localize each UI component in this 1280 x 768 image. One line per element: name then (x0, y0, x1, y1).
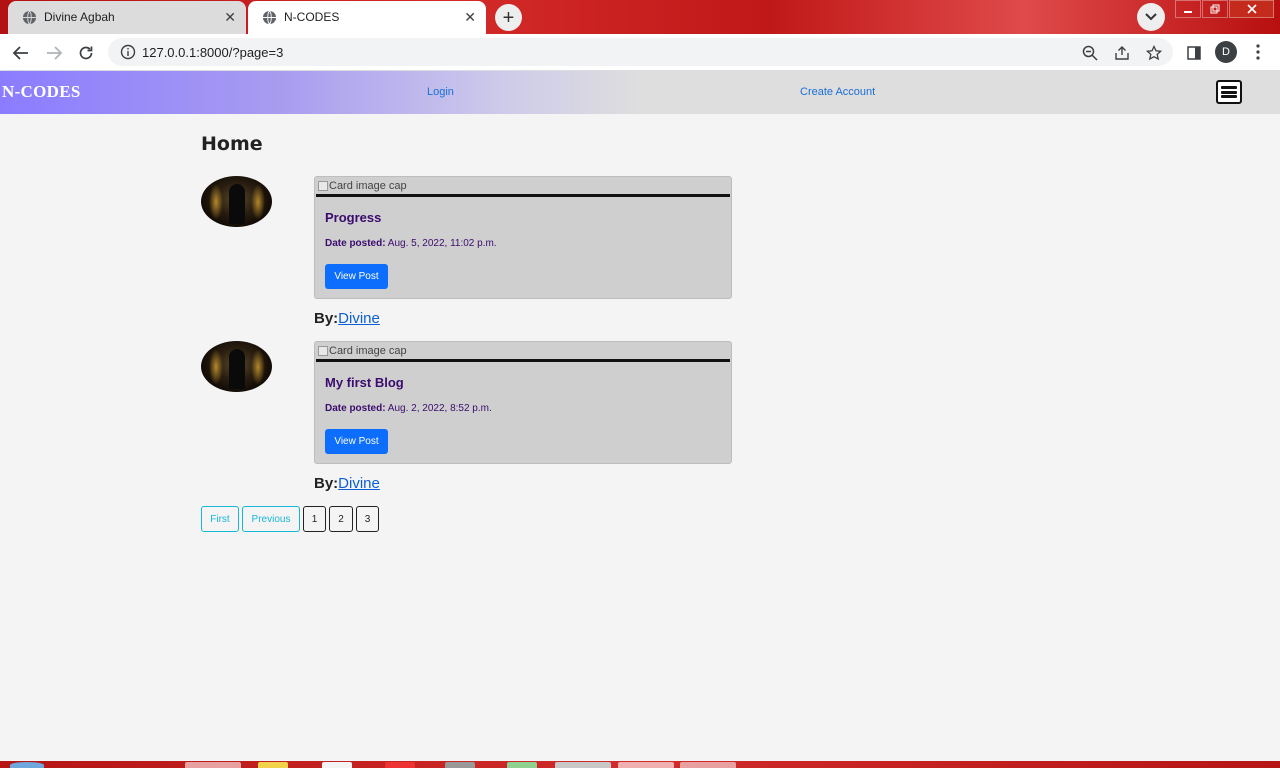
create-account-link[interactable]: Create Account (800, 86, 875, 98)
url-text[interactable]: 127.0.0.1:8000/?page=3 (142, 45, 283, 60)
share-icon[interactable] (1113, 44, 1131, 62)
taskbar-app[interactable] (185, 762, 241, 768)
globe-icon (262, 10, 277, 25)
post-byline: By:Divine (314, 475, 380, 492)
taskbar-app[interactable] (445, 762, 475, 768)
start-button[interactable] (10, 762, 44, 768)
page-title: Home (201, 133, 263, 155)
tab-close-icon[interactable]: ✕ (464, 9, 476, 25)
reload-icon[interactable] (75, 42, 97, 64)
browser-tab-strip: Divine Agbah ✕ N-CODES ✕ + (0, 0, 1280, 34)
by-label: By: (314, 310, 339, 327)
zoom-out-icon[interactable] (1081, 44, 1099, 62)
view-post-button[interactable]: View Post (325, 264, 388, 289)
post-date: Date posted: Aug. 5, 2022, 11:02 p.m. (325, 238, 497, 249)
taskbar-app[interactable] (555, 762, 611, 768)
taskbar-app[interactable] (322, 762, 352, 768)
menu-toggle-icon[interactable] (1216, 80, 1242, 104)
tab-close-icon[interactable]: ✕ (224, 9, 236, 25)
page-3-button[interactable]: 3 (356, 506, 379, 532)
card-image-alt: Card image cap (329, 180, 407, 192)
author-link[interactable]: Divine (338, 475, 380, 492)
card-image-alt: Card image cap (329, 345, 407, 357)
window-restore-icon[interactable] (1202, 0, 1228, 18)
address-bar[interactable]: 127.0.0.1:8000/?page=3 (108, 38, 1173, 66)
post-card: Card image cap My first Blog Date posted… (314, 341, 732, 464)
author-avatar (201, 176, 272, 227)
first-page-button[interactable]: First (201, 506, 239, 532)
login-link[interactable]: Login (427, 86, 454, 98)
post-title: Progress (325, 210, 382, 225)
globe-icon (22, 10, 37, 25)
tab-title: Divine Agbah (44, 10, 115, 24)
back-arrow-icon[interactable] (10, 42, 32, 64)
kebab-menu-icon[interactable] (1250, 42, 1266, 62)
taskbar-app[interactable] (258, 762, 288, 768)
browser-toolbar: 127.0.0.1:8000/?page=3 D (0, 34, 1280, 71)
post-title: My first Blog (325, 375, 404, 390)
browser-tab-n-codes[interactable]: N-CODES ✕ (248, 1, 486, 34)
site-brand[interactable]: N-CODES (2, 82, 81, 102)
forward-arrow-icon[interactable] (43, 42, 65, 64)
os-taskbar (0, 761, 1280, 768)
window-minimize-icon[interactable] (1175, 0, 1201, 18)
card-image: Card image cap (316, 343, 730, 362)
info-icon[interactable] (120, 44, 136, 60)
post-byline: By:Divine (314, 310, 380, 327)
previous-page-button[interactable]: Previous (242, 506, 300, 532)
taskbar-app[interactable] (385, 762, 415, 768)
author-avatar (201, 341, 272, 392)
new-tab-button[interactable]: + (495, 4, 522, 31)
broken-image-icon (318, 181, 328, 191)
card-image: Card image cap (316, 178, 730, 197)
post-card: Card image cap Progress Date posted: Aug… (314, 176, 732, 299)
broken-image-icon (318, 346, 328, 356)
browser-tab-divine-agbah[interactable]: Divine Agbah ✕ (8, 1, 246, 34)
star-icon[interactable] (1145, 44, 1163, 62)
author-link[interactable]: Divine (338, 310, 380, 327)
window-close-icon[interactable] (1229, 0, 1274, 18)
tab-search-icon[interactable] (1137, 3, 1165, 31)
page-1-button[interactable]: 1 (303, 506, 326, 532)
side-panel-icon[interactable] (1183, 42, 1205, 64)
site-navbar: N-CODES Login Create Account (0, 71, 1280, 114)
page-2-button[interactable]: 2 (329, 506, 353, 532)
tab-title: N-CODES (284, 10, 340, 24)
by-label: By: (314, 475, 339, 492)
view-post-button[interactable]: View Post (325, 429, 388, 454)
profile-avatar[interactable]: D (1215, 41, 1237, 63)
post-date: Date posted: Aug. 2, 2022, 8:52 p.m. (325, 403, 492, 414)
taskbar-app[interactable] (618, 762, 674, 768)
date-value: Aug. 5, 2022, 11:02 p.m. (387, 238, 497, 249)
date-value: Aug. 2, 2022, 8:52 p.m. (387, 403, 492, 414)
taskbar-app[interactable] (680, 762, 736, 768)
date-label: Date posted: (325, 238, 386, 249)
taskbar-app[interactable] (507, 762, 537, 768)
date-label: Date posted: (325, 403, 386, 414)
